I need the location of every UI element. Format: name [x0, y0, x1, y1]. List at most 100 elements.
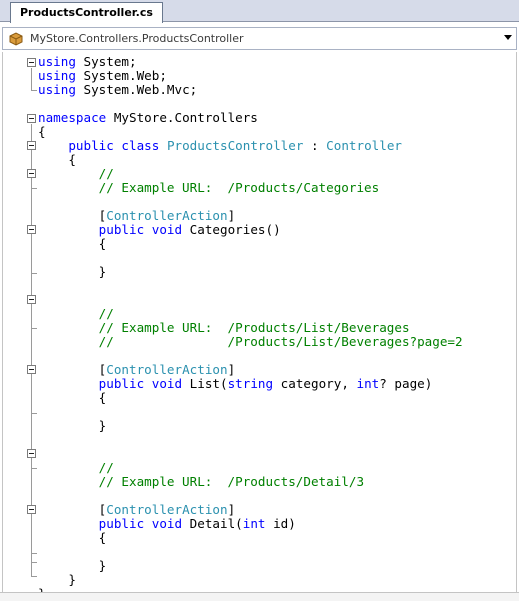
collapse-namespace-icon[interactable]: [27, 114, 36, 123]
text-token: id): [265, 516, 296, 531]
comment-token: // Example URL: /Products/List/Beverages: [38, 320, 410, 335]
outline-guide: [31, 235, 32, 273]
text-token: System;: [75, 54, 137, 69]
code-line: namespace MyStore.Controllers: [38, 111, 463, 125]
navigation-bar-type-dropdown[interactable]: MyStore.Controllers.ProductsController: [2, 27, 517, 50]
collapse-comment-icon[interactable]: [27, 169, 36, 178]
outline-guide: [31, 375, 32, 413]
text-token: System.Web.Mvc;: [75, 82, 198, 97]
collapse-class-icon[interactable]: [27, 141, 36, 150]
code-line: ​: [38, 293, 463, 307]
keyword-token: public class: [68, 138, 160, 153]
code-line: {: [38, 125, 463, 139]
code-editor[interactable]: using System; using System.Web; using Syst…: [2, 52, 517, 601]
code-line: ​: [38, 545, 463, 559]
text-token: }: [38, 558, 107, 573]
keyword-token: namespace: [38, 110, 107, 125]
code-line: ​: [38, 279, 463, 293]
text-token: ]: [227, 502, 236, 517]
comment-token: //: [38, 166, 114, 181]
keyword-token: int: [356, 376, 380, 391]
code-line: //: [38, 461, 463, 475]
code-line: // /Products/List/Beverages?page=2: [38, 335, 463, 349]
comment-token: // /Products/List/Beverages?page=2: [38, 334, 463, 349]
collapse-comment-icon[interactable]: [27, 449, 36, 458]
collapse-method-icon[interactable]: [27, 365, 36, 374]
tab-products-controller[interactable]: ProductsController.cs: [10, 2, 163, 23]
code-line: {: [38, 237, 463, 251]
text-token: {: [38, 124, 46, 139]
code-line: ​: [38, 447, 463, 461]
code-line: public void Detail(int id): [38, 517, 463, 531]
class-icon: [9, 32, 23, 46]
outline-end: [31, 273, 37, 274]
code-line: ​: [38, 251, 463, 265]
keyword-token: public void: [98, 222, 183, 237]
keyword-token: using: [38, 82, 76, 97]
outline-end: [31, 413, 37, 414]
text-token: }: [38, 264, 107, 279]
outline-end: [31, 576, 37, 577]
code-line: using System.Web.Mvc;: [38, 83, 463, 97]
comment-token: // Example URL: /Products/Categories: [38, 180, 380, 195]
type-token: ControllerAction: [106, 502, 228, 517]
collapse-method-icon[interactable]: [27, 505, 36, 514]
collapse-using-icon[interactable]: [27, 58, 36, 67]
code-line: ​: [38, 489, 463, 503]
code-text[interactable]: using System; using System.Web; using Syst…: [38, 55, 463, 601]
code-line: }: [38, 265, 463, 279]
outline-guide: [31, 151, 32, 562]
text-token: [: [38, 362, 107, 377]
outline-guide: [31, 305, 32, 328]
code-line: // Example URL: /Products/Detail/3: [38, 475, 463, 489]
text-token: {: [38, 236, 107, 251]
outline-end: [31, 562, 37, 563]
code-line: }: [38, 573, 463, 587]
keyword-token: using: [38, 54, 76, 69]
code-line: // Example URL: /Products/Categories: [38, 181, 463, 195]
code-line: [ControllerAction]: [38, 503, 463, 517]
code-line: ​: [38, 433, 463, 447]
type-token: ProductsController: [166, 138, 304, 153]
code-line: public void Categories(): [38, 223, 463, 237]
type-path-label: MyStore.Controllers.ProductsController: [30, 32, 244, 45]
code-line: {: [38, 531, 463, 545]
code-line: using System.Web;: [38, 69, 463, 83]
chevron-down-icon[interactable]: [504, 35, 512, 40]
text-token: ]: [227, 362, 236, 377]
code-line: {: [38, 391, 463, 405]
editor-bottom-edge: [0, 592, 519, 601]
text-token: MyStore.Controllers: [106, 110, 258, 125]
code-line: {: [38, 153, 463, 167]
text-token: }: [38, 418, 107, 433]
text-token: category,: [273, 376, 357, 391]
outline-end: [31, 328, 37, 329]
outline-end: [31, 468, 37, 469]
collapse-comment-icon[interactable]: [27, 295, 36, 304]
text-token: [: [38, 502, 107, 517]
text-token: Detail(: [182, 516, 243, 531]
keyword-token: public void: [98, 516, 183, 531]
text-token: }: [38, 572, 76, 587]
code-line: }: [38, 559, 463, 573]
text-token: ? page): [379, 376, 433, 391]
keyword-token: using: [38, 68, 76, 83]
code-line: [ControllerAction]: [38, 209, 463, 223]
collapse-method-icon[interactable]: [27, 225, 36, 234]
outline-guide: [31, 179, 32, 188]
code-line: using System;: [38, 55, 463, 69]
code-line: ​: [38, 97, 463, 111]
code-line: // Example URL: /Products/List/Beverages: [38, 321, 463, 335]
text-token: {: [38, 390, 107, 405]
outline-end: [31, 90, 37, 91]
text-token: List(: [182, 376, 228, 391]
comment-token: // Example URL: /Products/Detail/3: [38, 474, 365, 489]
text-token: {: [38, 152, 76, 167]
outline-end: [31, 188, 37, 189]
outline-margin: [3, 52, 25, 592]
keyword-token: int: [242, 516, 266, 531]
comment-token: //: [38, 460, 114, 475]
